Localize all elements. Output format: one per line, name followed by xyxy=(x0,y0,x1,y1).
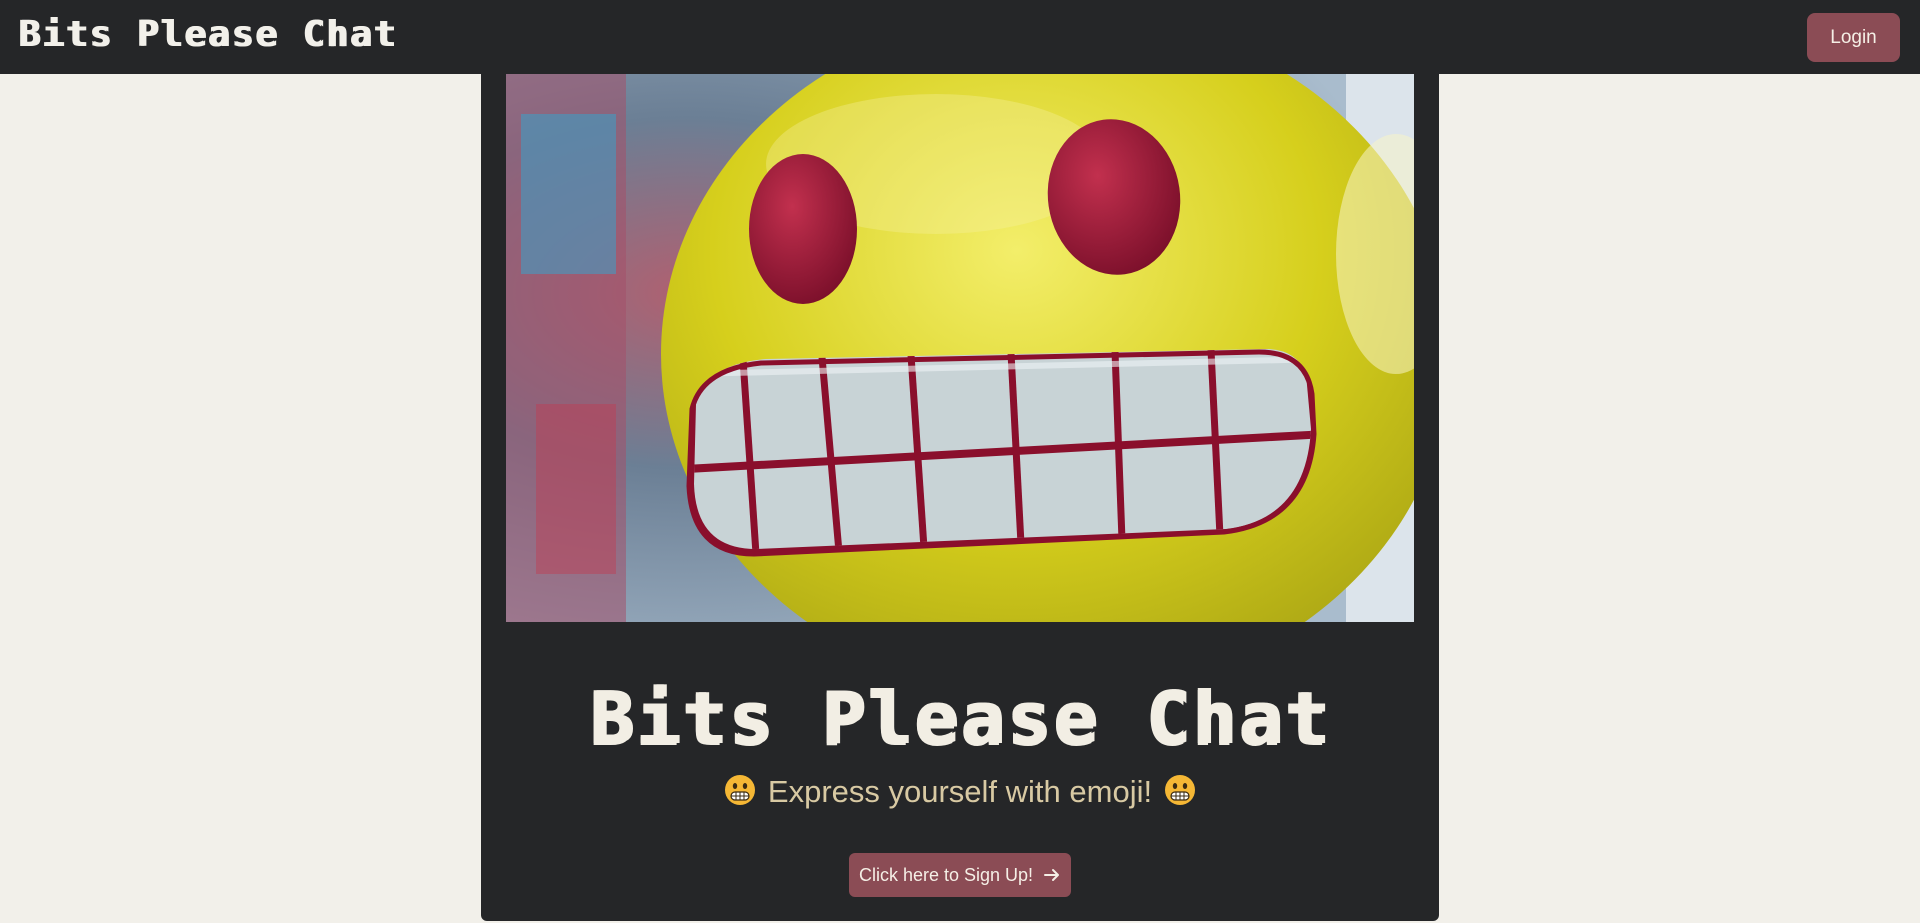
hero-title: Bits Please Chat xyxy=(589,676,1331,761)
grimacing-face-icon xyxy=(1165,775,1196,805)
hero-card: Bits Please Chat Express yourself with e… xyxy=(481,74,1439,921)
navbar: Bits Please Chat Login xyxy=(0,0,1920,74)
grimacing-face-icon xyxy=(724,775,755,805)
grimacing-balloon-image xyxy=(506,74,1414,622)
tagline-text: Express yourself with emoji! xyxy=(767,774,1153,809)
login-button[interactable]: Login xyxy=(1807,13,1900,62)
signup-button[interactable]: Click here to Sign Up! xyxy=(849,853,1071,897)
brand-logo[interactable]: Bits Please Chat xyxy=(18,14,397,55)
tagline: Express yourself with emoji! xyxy=(481,774,1439,810)
signup-button-label: Click here to Sign Up! xyxy=(858,864,1034,885)
hero-image xyxy=(506,74,1414,622)
arrow-right-icon xyxy=(1044,869,1060,881)
